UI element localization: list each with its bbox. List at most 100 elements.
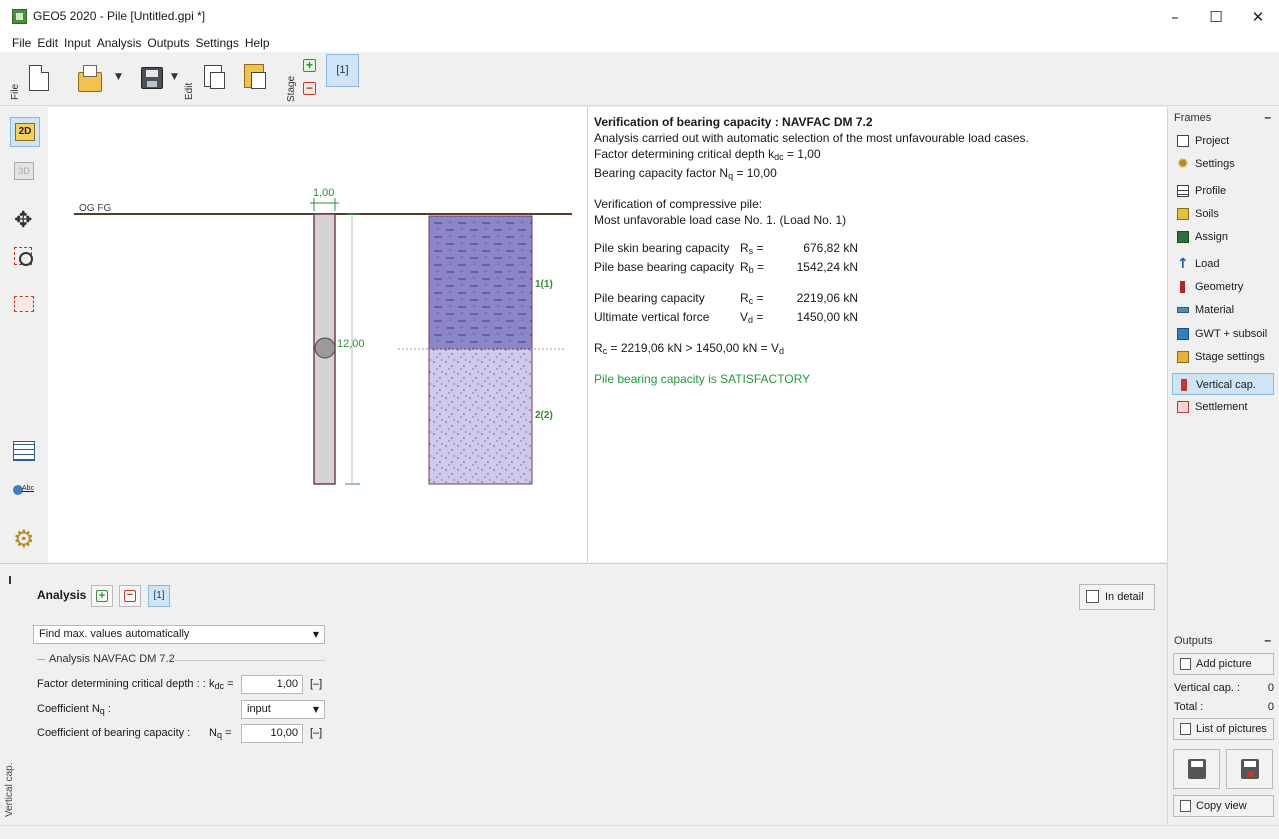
stage-1-button[interactable]: [1]	[326, 54, 359, 87]
gwt-icon	[1177, 328, 1189, 340]
project-icon	[1177, 135, 1189, 147]
frames-minimize-button[interactable]: –	[1264, 110, 1271, 124]
maximize-button[interactable]: ☐	[1196, 4, 1236, 30]
window-title: GEO5 2020 - Pile [Untitled.gpi *]	[33, 9, 206, 23]
list-of-pictures-button[interactable]: List of pictures	[1173, 718, 1274, 740]
frame-gwt-subsoil[interactable]: GWT + subsoil	[1172, 323, 1274, 345]
drawing-settings-button[interactable]: ⚙	[10, 524, 40, 554]
results-line-1: Analysis carried out with automatic sele…	[594, 131, 1029, 145]
nq-symbol: Nq =	[209, 727, 232, 740]
labels-button[interactable]	[10, 481, 40, 511]
open-file-icon[interactable]	[78, 65, 102, 92]
frame-geometry[interactable]: Geometry	[1172, 276, 1274, 298]
add-picture-icon	[1180, 658, 1191, 670]
pan-button[interactable]: ✥	[10, 207, 40, 237]
menu-edit[interactable]: Edit	[34, 34, 61, 52]
zoom-icon	[14, 247, 33, 266]
kdc-input[interactable]: 1,00	[241, 675, 303, 694]
left-toolbar: 2D 3D ✥ ⚙	[0, 107, 48, 562]
menu-settings[interactable]: Settings	[192, 34, 241, 52]
nq-coef-label: Coefficient Nq :	[37, 703, 111, 716]
copy-view-button[interactable]: Copy view	[1173, 795, 1274, 817]
move-arrows-icon: ✥	[14, 208, 33, 233]
profile-icon	[1177, 185, 1189, 197]
open-dropdown-icon[interactable]: ▼	[115, 72, 122, 82]
soils-icon	[1177, 208, 1189, 220]
frame-profile[interactable]: Profile	[1172, 180, 1274, 202]
results-title: Verification of bearing capacity : NAVFA…	[594, 115, 873, 129]
settings-gear-icon: ✹	[1177, 156, 1189, 172]
printer-export-icon	[1241, 759, 1259, 779]
in-detail-button[interactable]: In detail	[1079, 584, 1155, 610]
zoom-button[interactable]	[10, 244, 40, 274]
geometry-icon	[1180, 281, 1185, 293]
load-arrow-icon: ↑	[1177, 256, 1189, 272]
add-picture-button[interactable]: Add picture	[1173, 653, 1274, 675]
view-3d-button[interactable]: 3D	[10, 157, 40, 187]
pile-load-point	[314, 337, 336, 359]
frames-header: Frames	[1174, 112, 1212, 124]
nq-coef-select[interactable]: input ▼	[241, 700, 325, 719]
analysis-label: Analysis :	[37, 588, 94, 602]
table-view-button[interactable]	[10, 437, 40, 467]
menu-file[interactable]: File	[9, 34, 34, 52]
save-dropdown-icon[interactable]: ▼	[171, 72, 178, 82]
zoom-extent-button[interactable]	[10, 290, 40, 320]
layer-1-label: 1(1)	[535, 279, 553, 290]
paste-data-icon[interactable]	[244, 64, 266, 89]
stage-settings-icon	[1177, 351, 1189, 363]
frame-load[interactable]: ↑ Load	[1172, 253, 1274, 275]
load-case-text: Most unfavorable load case No. 1. (Load …	[594, 213, 847, 227]
outputs-minimize-button[interactable]: –	[1264, 633, 1271, 647]
copy-data-icon[interactable]	[204, 65, 225, 89]
results-nq: Bearing capacity factor Nq = 10,00	[594, 166, 777, 181]
panel-grip[interactable]	[9, 576, 11, 584]
result-row-base: Pile base bearing capacity Rb = 1542,24 kN	[594, 260, 859, 275]
add-analysis-button[interactable]: +	[91, 585, 113, 607]
remove-stage-icon[interactable]: −	[303, 82, 316, 95]
save-file-icon[interactable]	[141, 67, 163, 89]
frame-assign[interactable]: Assign	[1172, 226, 1274, 248]
panel-side-label: Vertical cap.	[4, 762, 15, 817]
nq-input[interactable]: 10,00	[241, 724, 303, 743]
vertical-cap-icon	[1181, 379, 1187, 391]
analysis-1-button[interactable]: [1]	[148, 585, 170, 607]
new-file-icon[interactable]	[29, 65, 49, 91]
drawing-canvas[interactable]: OG FG 1,00 12,00 1(1) 2(2)	[48, 107, 588, 562]
menu-help[interactable]: Help	[242, 34, 273, 52]
menu-analysis[interactable]: Analysis	[94, 34, 145, 52]
frame-project[interactable]: Project	[1172, 130, 1274, 152]
results-panel: Verification of bearing capacity : NAVFA…	[588, 107, 1167, 562]
frame-settlement[interactable]: Settlement	[1172, 396, 1274, 418]
frame-vertical-cap[interactable]: Vertical cap.	[1172, 373, 1274, 395]
chevron-down-icon: ▼	[312, 705, 319, 714]
magnifier-icon	[1086, 590, 1099, 603]
frame-soils[interactable]: Soils	[1172, 203, 1274, 225]
vertical-cap-count-row: Vertical cap. :0	[1174, 682, 1274, 694]
frame-stage-settings[interactable]: Stage settings	[1172, 346, 1274, 368]
remove-analysis-button[interactable]: −	[119, 585, 141, 607]
print-export-button[interactable]	[1226, 749, 1273, 789]
assign-icon	[1177, 231, 1189, 243]
settlement-icon	[1177, 401, 1189, 413]
view-2d-button[interactable]: 2D	[10, 117, 40, 147]
pile-length-label: 12,00	[337, 338, 365, 350]
print-button[interactable]	[1173, 749, 1220, 789]
menu-outputs[interactable]: Outputs	[144, 34, 192, 52]
nq-label: Coefficient of bearing capacity :	[37, 727, 191, 739]
result-row-skin: Pile skin bearing capacity Rs = 676,82 kN	[594, 241, 859, 256]
terrain-label: OG FG	[79, 203, 111, 214]
total-count-row: Total :0	[1174, 701, 1274, 713]
main-toolbar: File ▼ ▼ Edit Stage + − [1]	[0, 52, 1279, 106]
minimize-button[interactable]: –	[1155, 4, 1195, 30]
frame-settings[interactable]: ✹ Settings	[1172, 153, 1274, 175]
analysis-panel: Vertical cap. Analysis : + − [1] In deta…	[0, 563, 1167, 825]
frame-material[interactable]: Material	[1172, 299, 1274, 321]
result-row-bearing: Pile bearing capacity Rc = 2219,06 kN	[594, 291, 859, 306]
gear-icon: ⚙	[13, 525, 35, 553]
menu-input[interactable]: Input	[61, 34, 94, 52]
outputs-header: Outputs	[1174, 635, 1213, 647]
close-button[interactable]: ✕	[1238, 4, 1278, 30]
add-stage-icon[interactable]: +	[303, 59, 316, 72]
mode-select[interactable]: Find max. values automatically ▼	[33, 625, 325, 644]
